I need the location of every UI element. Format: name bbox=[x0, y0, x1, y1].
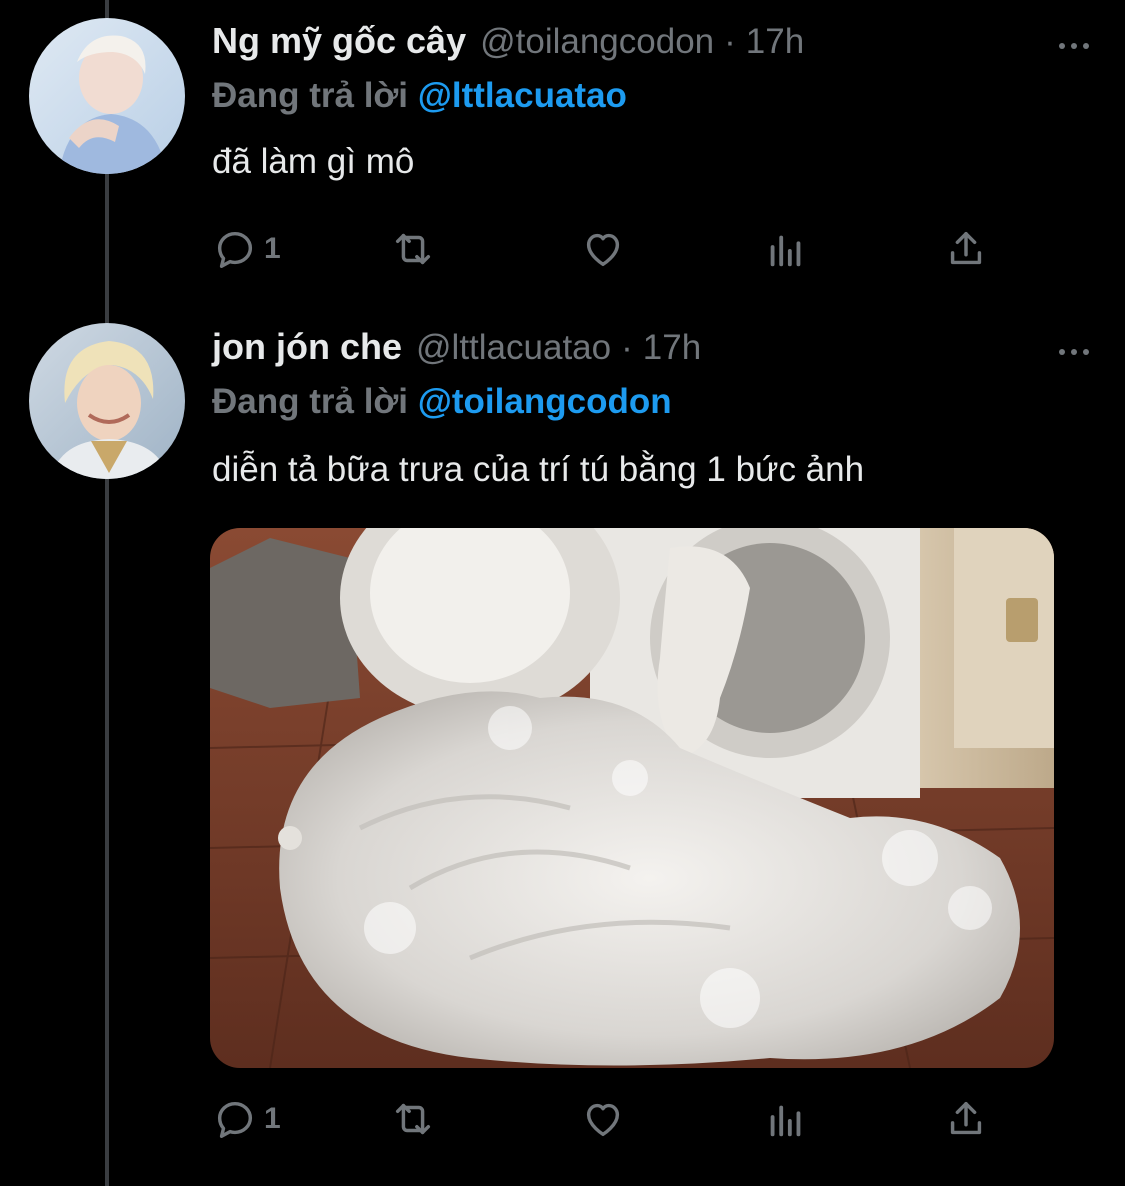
replying-prefix: Đang trả lời bbox=[212, 76, 409, 115]
more-icon[interactable] bbox=[1059, 349, 1089, 355]
replying-to-line: Đang trả lời @toilangcodon bbox=[212, 382, 672, 422]
retweet-icon bbox=[395, 233, 431, 265]
reply-icon bbox=[217, 231, 253, 268]
reply-button[interactable]: 1 bbox=[212, 224, 281, 274]
retweet-icon bbox=[395, 1103, 431, 1135]
reply-count: 1 bbox=[264, 232, 281, 265]
views-button[interactable] bbox=[763, 224, 809, 274]
retweet-button[interactable] bbox=[390, 224, 436, 274]
tweet-text: diễn tả bữa trưa của trí tú bằng 1 bức ả… bbox=[212, 450, 865, 489]
tweet-header: Ng mỹ gốc cây @toilangcodon · 17h bbox=[212, 20, 1065, 70]
display-name[interactable]: jon jón che bbox=[212, 326, 402, 368]
views-icon bbox=[770, 1105, 801, 1137]
display-name[interactable]: Ng mỹ gốc cây bbox=[212, 20, 466, 62]
retweet-button[interactable] bbox=[390, 1094, 436, 1144]
replying-to-line: Đang trả lời @lttlacuatao bbox=[212, 76, 627, 116]
action-bar: 1 bbox=[212, 1094, 992, 1144]
thread-connector-line bbox=[105, 0, 109, 1186]
user-handle[interactable]: @toilangcodon bbox=[480, 22, 714, 62]
timestamp[interactable]: 17h bbox=[746, 22, 804, 62]
reply-icon bbox=[217, 1101, 253, 1138]
share-button[interactable] bbox=[943, 224, 989, 274]
tweet-text: đã làm gì mô bbox=[212, 142, 415, 181]
washing-machine-foam-photo bbox=[210, 528, 1054, 1068]
reply-count: 1 bbox=[264, 1102, 281, 1135]
tweet-header: jon jón che @lttlacuatao · 17h bbox=[212, 326, 1065, 376]
heart-icon bbox=[586, 1103, 620, 1137]
views-button[interactable] bbox=[763, 1094, 809, 1144]
views-icon bbox=[770, 235, 801, 267]
separator-dot: · bbox=[724, 22, 736, 61]
replying-to-mention[interactable]: @lttlacuatao bbox=[418, 76, 627, 115]
replying-to-mention[interactable]: @toilangcodon bbox=[418, 382, 672, 421]
avatar-user-1[interactable] bbox=[29, 18, 185, 174]
more-icon[interactable] bbox=[1059, 43, 1089, 49]
tweet-media-image[interactable] bbox=[210, 528, 1054, 1068]
heart-icon bbox=[586, 233, 620, 267]
timestamp[interactable]: 17h bbox=[643, 328, 701, 368]
avatar-user-2[interactable] bbox=[29, 323, 185, 479]
like-button[interactable] bbox=[580, 224, 626, 274]
like-button[interactable] bbox=[580, 1094, 626, 1144]
user-handle[interactable]: @lttlacuatao bbox=[416, 328, 611, 368]
replying-prefix: Đang trả lời bbox=[212, 382, 409, 421]
share-icon bbox=[950, 1101, 982, 1135]
share-icon bbox=[950, 231, 982, 265]
share-button[interactable] bbox=[943, 1094, 989, 1144]
separator-dot: · bbox=[621, 328, 633, 367]
reply-button[interactable]: 1 bbox=[212, 1094, 281, 1144]
action-bar: 1 bbox=[212, 224, 992, 274]
